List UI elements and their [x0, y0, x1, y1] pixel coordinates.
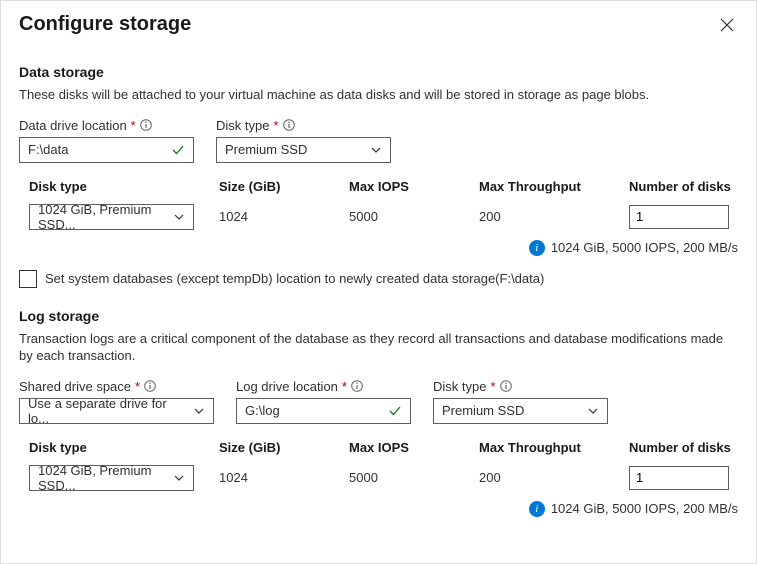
- col-num: Number of disks: [629, 440, 739, 455]
- data-storage-heading: Data storage: [19, 64, 738, 80]
- log-row-size: 1024: [219, 470, 349, 485]
- col-num: Number of disks: [629, 179, 739, 194]
- data-row-size: 1024: [219, 209, 349, 224]
- data-disk-type-label: Disk type: [216, 118, 269, 133]
- info-icon[interactable]: [140, 119, 152, 131]
- data-disk-type-select[interactable]: Premium SSD: [216, 137, 391, 163]
- log-row-disk-type-value: 1024 GiB, Premium SSD...: [38, 463, 167, 493]
- info-icon[interactable]: [144, 380, 156, 392]
- required-asterisk: *: [135, 379, 140, 394]
- data-drive-location-value: F:\data: [28, 142, 68, 157]
- data-row-iops: 5000: [349, 209, 479, 224]
- shared-drive-select[interactable]: Use a separate drive for lo...: [19, 398, 214, 424]
- checkmark-icon: [171, 143, 185, 157]
- col-iops: Max IOPS: [349, 440, 479, 455]
- required-asterisk: *: [342, 379, 347, 394]
- shared-drive-value: Use a separate drive for lo...: [28, 396, 187, 426]
- log-storage-heading: Log storage: [19, 308, 738, 324]
- data-storage-desc: These disks will be attached to your vir…: [19, 86, 738, 104]
- data-row-disk-type-select[interactable]: 1024 GiB, Premium SSD...: [29, 204, 194, 230]
- system-db-checkbox[interactable]: [19, 270, 37, 288]
- log-row-disk-type-select[interactable]: 1024 GiB, Premium SSD...: [29, 465, 194, 491]
- col-disk-type: Disk type: [29, 179, 219, 194]
- data-drive-location-input[interactable]: F:\data: [19, 137, 194, 163]
- required-asterisk: *: [490, 379, 495, 394]
- log-row-throughput: 200: [479, 470, 629, 485]
- log-disk-type-label: Disk type: [433, 379, 486, 394]
- col-disk-type: Disk type: [29, 440, 219, 455]
- info-icon: i: [529, 240, 545, 256]
- data-drive-location-label: Data drive location: [19, 118, 127, 133]
- close-button[interactable]: [716, 14, 738, 36]
- log-storage-summary: 1024 GiB, 5000 IOPS, 200 MB/s: [551, 501, 738, 516]
- log-disk-type-value: Premium SSD: [442, 403, 524, 418]
- checkmark-icon: [388, 404, 402, 418]
- col-throughput: Max Throughput: [479, 179, 629, 194]
- chevron-down-icon: [173, 211, 185, 223]
- log-storage-row: 1024 GiB, Premium SSD... 1024 5000 200: [29, 463, 738, 497]
- col-iops: Max IOPS: [349, 179, 479, 194]
- log-drive-value: G:\log: [245, 403, 280, 418]
- chevron-down-icon: [370, 144, 382, 156]
- log-drive-label: Log drive location: [236, 379, 338, 394]
- log-storage-desc: Transaction logs are a critical componen…: [19, 330, 738, 365]
- panel-title: Configure storage: [19, 13, 191, 36]
- data-storage-summary: 1024 GiB, 5000 IOPS, 200 MB/s: [551, 240, 738, 255]
- log-disk-type-select[interactable]: Premium SSD: [433, 398, 608, 424]
- shared-drive-label: Shared drive space: [19, 379, 131, 394]
- log-row-num-input[interactable]: [629, 466, 729, 490]
- data-storage-row: 1024 GiB, Premium SSD... 1024 5000 200: [29, 202, 738, 236]
- data-row-throughput: 200: [479, 209, 629, 224]
- info-icon[interactable]: [351, 380, 363, 392]
- col-size: Size (GiB): [219, 440, 349, 455]
- col-size: Size (GiB): [219, 179, 349, 194]
- col-throughput: Max Throughput: [479, 440, 629, 455]
- log-drive-input[interactable]: G:\log: [236, 398, 411, 424]
- required-asterisk: *: [131, 118, 136, 133]
- close-icon: [720, 18, 734, 32]
- chevron-down-icon: [173, 472, 185, 484]
- data-row-disk-type-value: 1024 GiB, Premium SSD...: [38, 202, 167, 232]
- info-icon[interactable]: [500, 380, 512, 392]
- data-row-num-input[interactable]: [629, 205, 729, 229]
- chevron-down-icon: [587, 405, 599, 417]
- data-disk-type-value: Premium SSD: [225, 142, 307, 157]
- info-icon[interactable]: [283, 119, 295, 131]
- log-row-iops: 5000: [349, 470, 479, 485]
- info-icon: i: [529, 501, 545, 517]
- chevron-down-icon: [193, 405, 205, 417]
- required-asterisk: *: [273, 118, 278, 133]
- system-db-checkbox-label: Set system databases (except tempDb) loc…: [45, 271, 544, 286]
